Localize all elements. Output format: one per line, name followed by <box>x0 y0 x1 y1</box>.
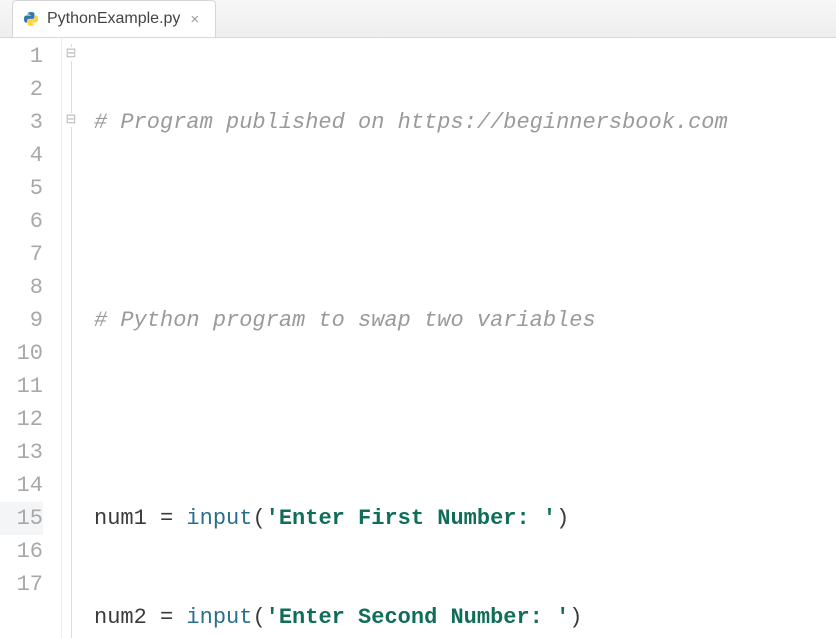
line-number: 14 <box>0 469 43 502</box>
identifier: num1 <box>94 506 147 531</box>
code-line <box>94 403 836 436</box>
builtin-call: input <box>186 506 252 531</box>
line-number: 17 <box>0 568 43 601</box>
line-number: 4 <box>0 139 43 172</box>
close-icon[interactable]: × <box>188 11 201 28</box>
paren: ( <box>252 506 265 531</box>
line-number: 2 <box>0 73 43 106</box>
code-line: num1 = input('Enter First Number: ') <box>94 502 836 535</box>
line-number: 3 <box>0 106 43 139</box>
string-literal: 'Enter First Number: ' <box>266 506 556 531</box>
comment-text: # Python program to swap two variables <box>94 308 596 333</box>
line-number: 13 <box>0 436 43 469</box>
code-line: # Program published on https://beginners… <box>94 106 836 139</box>
line-number-gutter: 1 2 3 4 5 6 7 8 9 10 11 12 13 14 15 16 1… <box>0 38 62 638</box>
fold-guide-line <box>71 44 72 638</box>
line-number: 5 <box>0 172 43 205</box>
code-area[interactable]: # Program published on https://beginners… <box>82 38 836 638</box>
fold-column: ⊟ ⊟ <box>62 38 82 638</box>
line-number: 1 <box>0 40 43 73</box>
line-number: 7 <box>0 238 43 271</box>
operator: = <box>147 506 187 531</box>
tab-bar: PythonExample.py × <box>0 0 836 38</box>
line-number: 8 <box>0 271 43 304</box>
line-number: 6 <box>0 205 43 238</box>
line-number: 11 <box>0 370 43 403</box>
builtin-call: input <box>186 605 252 630</box>
fold-toggle-icon[interactable]: ⊟ <box>64 113 78 127</box>
string-literal: 'Enter Second Number: ' <box>266 605 570 630</box>
code-editor[interactable]: 1 2 3 4 5 6 7 8 9 10 11 12 13 14 15 16 1… <box>0 38 836 638</box>
tab-filename: PythonExample.py <box>47 10 180 28</box>
line-number: 10 <box>0 337 43 370</box>
identifier: num2 <box>94 605 147 630</box>
tab-pythonexample[interactable]: PythonExample.py × <box>12 0 216 37</box>
operator: = <box>147 605 187 630</box>
paren: ) <box>556 506 569 531</box>
python-file-icon <box>23 11 39 27</box>
code-line: # Python program to swap two variables <box>94 304 836 337</box>
line-number: 12 <box>0 403 43 436</box>
fold-toggle-icon[interactable]: ⊟ <box>64 47 78 61</box>
comment-text: # Program published on https://beginners… <box>94 110 728 135</box>
code-line <box>94 205 836 238</box>
code-line: num2 = input('Enter Second Number: ') <box>94 601 836 634</box>
line-number: 15 <box>0 502 43 535</box>
line-number: 9 <box>0 304 43 337</box>
paren: ( <box>252 605 265 630</box>
paren: ) <box>569 605 582 630</box>
line-number: 16 <box>0 535 43 568</box>
